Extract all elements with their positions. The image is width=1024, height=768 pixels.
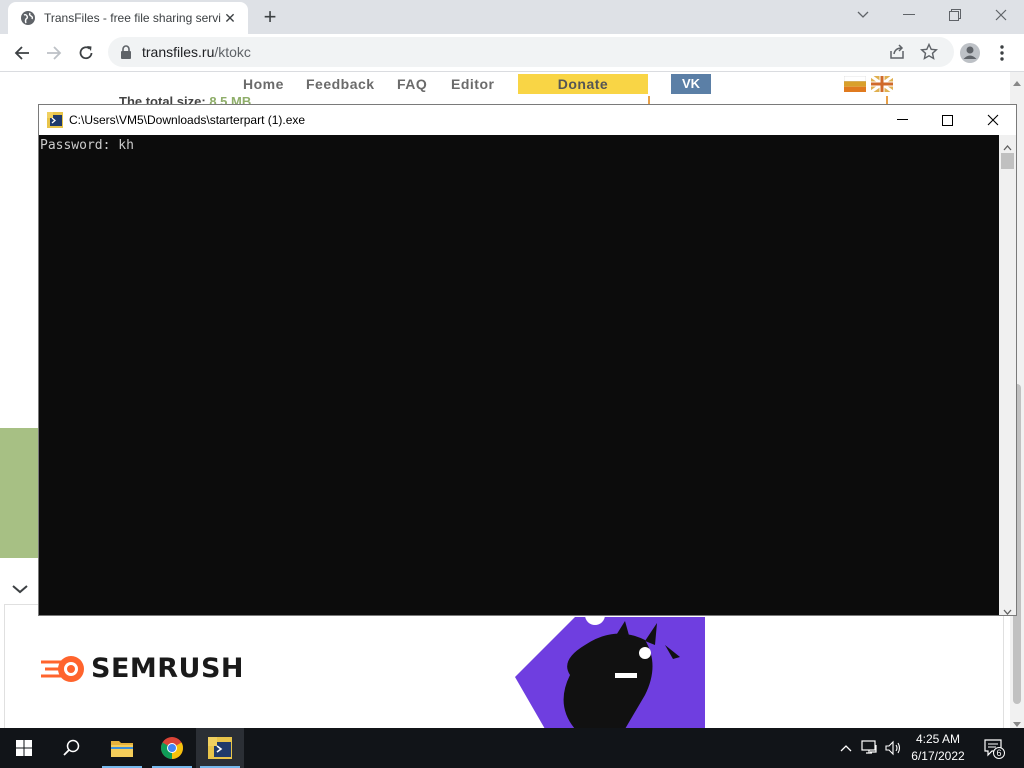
restore-icon[interactable] (932, 0, 978, 30)
url-host: transfiles.ru (142, 44, 215, 60)
console-close-icon[interactable] (970, 105, 1016, 135)
windows-taskbar: 4:25 AM 6/17/2022 6 (0, 728, 1024, 768)
console-scrollbar-thumb[interactable] (1001, 153, 1014, 169)
tab-title: TransFiles - free file sharing servi (44, 11, 221, 25)
globe-icon (21, 11, 35, 25)
nav-home[interactable]: Home (243, 76, 284, 92)
donate-button[interactable]: Donate (518, 74, 648, 94)
console-maximize-icon[interactable] (924, 105, 970, 135)
address-bar[interactable]: transfiles.ru/ktokc (108, 37, 954, 67)
console-scroll-down-icon[interactable] (1003, 603, 1012, 618)
close-window-icon[interactable] (978, 0, 1024, 30)
nav-editor[interactable]: Editor (451, 76, 494, 92)
semrush-flame-icon (41, 655, 84, 682)
green-panel (0, 428, 40, 558)
share-icon[interactable] (888, 43, 906, 61)
console-titlebar[interactable]: C:\Users\VM5\Downloads\starterpart (1).e… (39, 105, 1016, 135)
scroll-down-icon[interactable] (1013, 716, 1021, 728)
browser-toolbar: transfiles.ru/ktokc (0, 34, 1024, 72)
taskbar-chrome[interactable] (148, 728, 196, 768)
scroll-up-icon[interactable] (1013, 74, 1021, 89)
search-button[interactable] (48, 728, 96, 768)
folder-icon (111, 741, 133, 757)
minimize-icon[interactable] (886, 0, 932, 30)
tab-search-icon[interactable] (840, 0, 886, 30)
show-hidden-icons-icon[interactable] (836, 738, 856, 758)
console-output-area[interactable]: Password: kh (39, 135, 999, 615)
chrome-icon (161, 737, 183, 759)
start-button[interactable] (0, 728, 48, 768)
nav-faq[interactable]: FAQ (397, 76, 427, 92)
vk-button[interactable]: VK (671, 74, 711, 94)
console-scrollbar[interactable] (999, 135, 1016, 615)
notification-center-icon[interactable]: 6 (982, 738, 1006, 759)
semrush-wordmark: SEMRUSH (91, 653, 245, 684)
tab-close-icon[interactable]: ✕ (222, 10, 238, 26)
advertisement-banner[interactable]: SEMRUSH (4, 604, 1004, 728)
notification-count-badge: 6 (993, 747, 1005, 759)
console-title: C:\Users\VM5\Downloads\starterpart (1).e… (69, 113, 306, 127)
taskbar-console-app[interactable] (196, 728, 244, 768)
ad-illustration[interactable] (515, 605, 715, 728)
semrush-logo[interactable]: SEMRUSH (41, 653, 244, 684)
ad-collapse-button[interactable] (0, 574, 40, 604)
system-clock[interactable]: 4:25 AM 6/17/2022 (906, 731, 970, 765)
browser-tab-strip: TransFiles - free file sharing servi ✕ + (0, 0, 1024, 34)
new-tab-button[interactable]: + (258, 6, 282, 30)
bookmark-star-icon[interactable] (919, 42, 939, 61)
console-scroll-up-icon[interactable] (1003, 139, 1012, 154)
clock-date: 6/17/2022 (911, 749, 965, 763)
console-minimize-icon[interactable] (879, 105, 925, 135)
network-icon[interactable] (860, 738, 880, 758)
profile-avatar-icon[interactable] (956, 39, 984, 67)
nav-feedback[interactable]: Feedback (306, 76, 375, 92)
back-icon[interactable] (8, 39, 36, 67)
uk-flag-icon[interactable] (870, 74, 894, 94)
browser-tab[interactable]: TransFiles - free file sharing servi ✕ (8, 2, 248, 34)
reload-icon[interactable] (72, 39, 100, 67)
url-path: /ktokc (214, 44, 251, 60)
clock-time: 4:25 AM (915, 732, 961, 746)
console-app-icon (47, 112, 63, 128)
console-app-icon (208, 737, 232, 759)
windows-logo-icon (16, 740, 32, 756)
menu-kebab-icon[interactable] (988, 39, 1016, 67)
console-output: Password: kh (40, 138, 134, 153)
forward-icon[interactable] (40, 39, 68, 67)
url-text[interactable]: transfiles.ru/ktokc (142, 44, 251, 60)
taskbar-file-explorer[interactable] (98, 728, 146, 768)
volume-icon[interactable] (884, 738, 904, 758)
console-window[interactable]: C:\Users\VM5\Downloads\starterpart (1).e… (38, 104, 1017, 616)
russian-flag-icon[interactable] (843, 75, 867, 92)
lock-icon[interactable] (120, 45, 132, 59)
search-icon (63, 739, 80, 756)
